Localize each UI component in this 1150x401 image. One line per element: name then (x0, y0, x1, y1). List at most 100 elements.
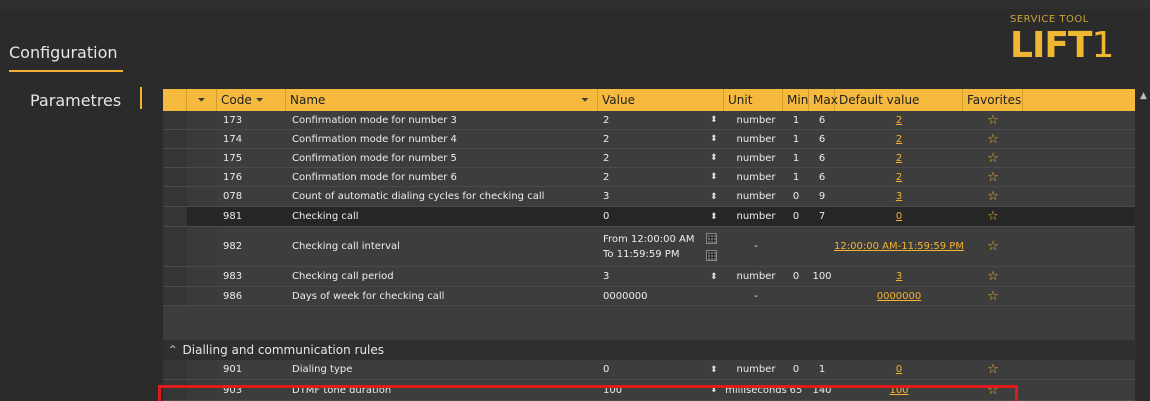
row-min (783, 227, 809, 266)
row-name: Count of automatic dialing cycles for ch… (292, 191, 545, 202)
spinner-icon[interactable]: ⬍ (710, 149, 718, 167)
table-row[interactable]: 175 Confirmation mode for number 5 2 ⬍ n… (163, 149, 1135, 168)
header-filter-button[interactable]: ⏷ (187, 89, 217, 111)
row-code: 983 (223, 271, 243, 282)
row-default-link[interactable]: 2 (835, 111, 963, 129)
row-unit: number (736, 211, 776, 222)
star-icon[interactable]: ☆ (963, 267, 1023, 286)
filter-icon[interactable]: ⏷ (581, 95, 589, 106)
row-value-input[interactable]: 0000000 (603, 287, 648, 305)
spinner-icon[interactable]: ⬍ (710, 130, 718, 148)
spinner-icon[interactable]: ⬍ (710, 111, 718, 129)
star-icon[interactable]: ☆ (963, 227, 1023, 266)
star-icon[interactable]: ☆ (963, 207, 1023, 226)
row-default-link[interactable]: 2 (835, 130, 963, 148)
filter-icon[interactable]: ⏷ (256, 95, 264, 106)
row-code: 174 (223, 133, 243, 145)
table-row[interactable]: 982 Checking call interval From 12:00:00… (163, 227, 1135, 267)
star-icon[interactable]: ☆ (963, 187, 1023, 206)
spinner-icon[interactable]: ⬍ (710, 267, 718, 286)
header-value[interactable]: Value (598, 89, 724, 111)
row-default-link[interactable]: 0 (835, 360, 963, 379)
brand-subtitle: SERVICE TOOL (1010, 14, 1089, 25)
table-row[interactable]: 174 Confirmation mode for number 4 2 ⬍ n… (163, 130, 1135, 149)
row-value-input[interactable]: 3 (603, 187, 609, 206)
table-row-selected[interactable]: 981 Checking call 0 ⬍ number 0 7 0 ☆ (163, 207, 1135, 227)
row-code: 173 (223, 114, 243, 126)
interval-to-input[interactable]: To 11:59:59 PM (603, 247, 679, 262)
row-max: 6 (818, 152, 826, 164)
row-unit: - (754, 241, 758, 252)
star-icon[interactable]: ☆ (963, 130, 1023, 148)
interval-from-input[interactable]: From 12:00:00 AM (603, 232, 695, 247)
header-max[interactable]: Max (809, 89, 838, 111)
row-default-link[interactable]: 3 (835, 187, 963, 206)
calendar-pickers (706, 227, 717, 266)
row-value-input[interactable]: 0 (603, 207, 609, 226)
header-expander (163, 89, 187, 111)
row-value-input[interactable]: 2 (603, 130, 609, 148)
row-value-input[interactable]: 0 (603, 360, 609, 379)
table-row[interactable]: 983 Checking call period 3 ⬍ number 0 10… (163, 267, 1135, 287)
table-row[interactable]: 901 Dialing type 0 ⬍ number 0 1 0 ☆ (163, 360, 1135, 380)
table-row[interactable]: 078 Count of automatic dialing cycles fo… (163, 187, 1135, 207)
row-default-link[interactable]: 3 (835, 267, 963, 286)
row-code: 981 (223, 211, 243, 222)
row-unit: number (736, 152, 776, 164)
row-default-link[interactable]: 12:00:00 AM-11:59:59 PM (834, 227, 964, 266)
spinner-icon[interactable]: ⬍ (710, 360, 718, 379)
row-name: Confirmation mode for number 6 (292, 171, 457, 183)
row-unit: number (736, 133, 776, 145)
star-icon[interactable]: ☆ (963, 168, 1023, 186)
row-value-input[interactable]: 2 (603, 111, 609, 129)
row-gutter (163, 187, 187, 206)
scroll-up-icon[interactable]: ▲ (1137, 89, 1150, 102)
header-default[interactable]: Default value (835, 89, 963, 111)
row-gutter (163, 207, 187, 226)
row-value-input[interactable]: 2 (603, 168, 609, 186)
row-default-link[interactable]: 2 (835, 149, 963, 167)
calendar-icon[interactable] (706, 249, 717, 261)
table-row[interactable]: 173 Confirmation mode for number 3 2 ⬍ n… (163, 111, 1135, 130)
page-title: Configuration (9, 43, 118, 62)
spinner-icon[interactable]: ⬍ (710, 207, 718, 226)
grid-header: ⏷ Code ⏷ Name ⏷ Value Unit Min Max Defaul… (163, 89, 1135, 111)
row-default-link[interactable]: 2 (835, 168, 963, 186)
group-header-dialling[interactable]: ^ Dialling and communication rules (163, 340, 1135, 360)
sidebar-item-label: Parametres (30, 91, 122, 110)
star-icon[interactable]: ☆ (963, 149, 1023, 167)
table-row[interactable]: 176 Confirmation mode for number 6 2 ⬍ n… (163, 168, 1135, 187)
header-filler (1023, 89, 1135, 111)
header-default-label: Default value (839, 93, 920, 107)
header-favorites[interactable]: Favorites (963, 89, 1023, 111)
star-icon[interactable]: ☆ (963, 360, 1023, 379)
spinner-icon[interactable]: ⬍ (710, 168, 718, 186)
sidebar: Parametres (0, 77, 148, 401)
star-icon[interactable]: ☆ (963, 287, 1023, 305)
row-gutter (163, 287, 187, 305)
row-code: 078 (223, 191, 243, 202)
spinner-icon[interactable]: ⬍ (710, 187, 718, 206)
row-default-link[interactable]: 0 (835, 207, 963, 226)
interval-value[interactable]: From 12:00:00 AM To 11:59:59 PM (603, 227, 695, 266)
row-value-input[interactable]: 2 (603, 149, 609, 167)
header-name[interactable]: Name ⏷ (286, 89, 598, 111)
row-name: Confirmation mode for number 4 (292, 133, 457, 145)
row-unit: number (736, 364, 776, 375)
row-max: 1 (818, 364, 826, 375)
row-filter-cell (187, 227, 217, 266)
chevron-up-icon[interactable]: ^ (169, 345, 177, 355)
row-code: 982 (223, 241, 243, 252)
header-unit[interactable]: Unit (724, 89, 783, 111)
row-filter-cell (187, 111, 217, 129)
table-row[interactable]: 986 Days of week for checking call 00000… (163, 287, 1135, 306)
row-gutter (163, 149, 187, 167)
row-default-link[interactable]: 0000000 (835, 287, 963, 305)
row-filter-cell (187, 130, 217, 148)
calendar-icon[interactable] (706, 232, 717, 244)
star-icon[interactable]: ☆ (963, 111, 1023, 129)
row-value-input[interactable]: 3 (603, 267, 609, 286)
header-min[interactable]: Min (783, 89, 809, 111)
sidebar-item-parametres[interactable]: Parametres (30, 91, 121, 110)
header-code[interactable]: Code ⏷ (217, 89, 286, 111)
